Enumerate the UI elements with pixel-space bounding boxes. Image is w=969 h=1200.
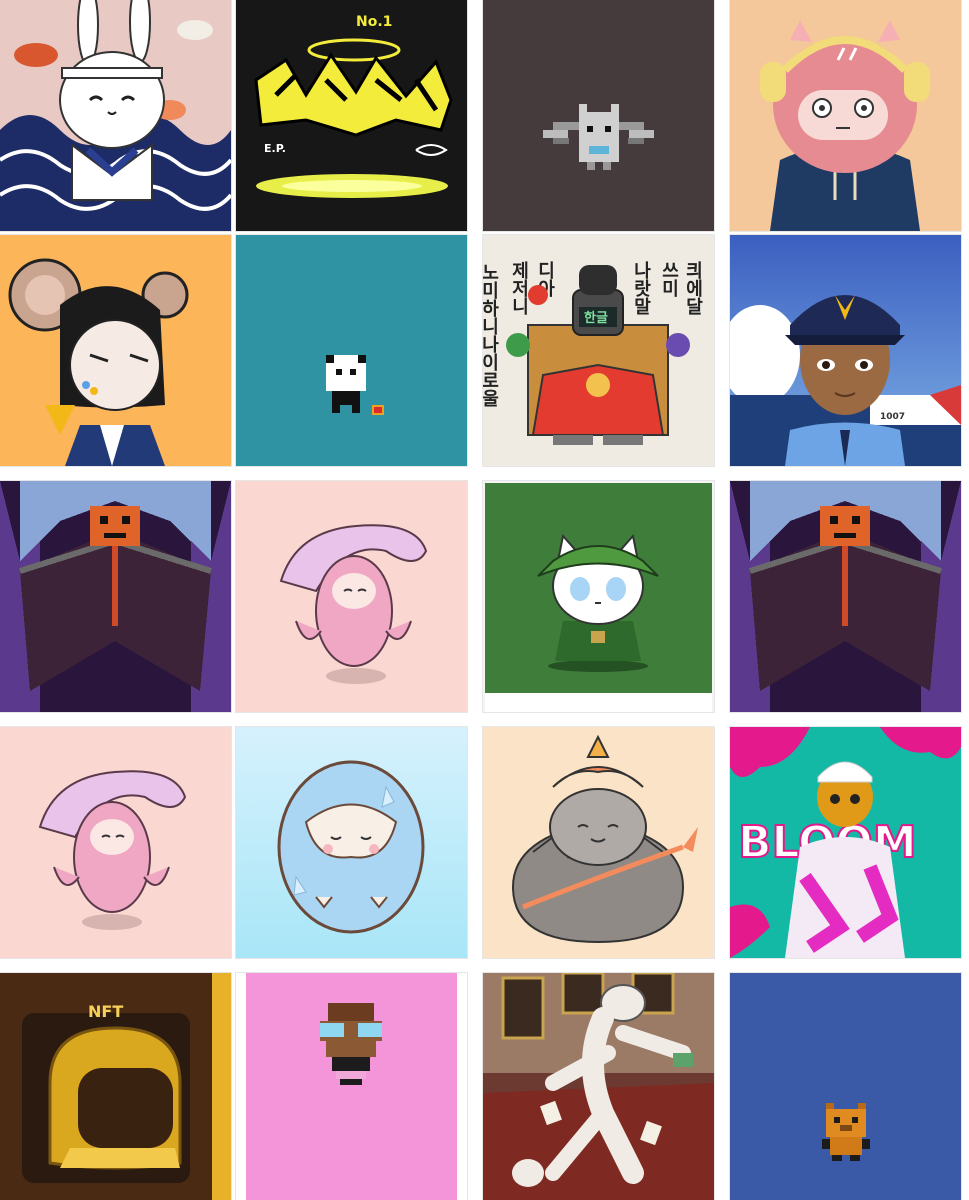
tile-bloom-hoodie[interactable]: BLOOM	[730, 727, 961, 958]
helmet-label-text: NFT	[88, 1002, 123, 1021]
king-badge-text: 한글	[584, 310, 608, 326]
tile-pink-headphone-creature[interactable]	[730, 0, 961, 231]
king-column-2: 제저니	[509, 261, 530, 316]
dancing-cat-image	[483, 973, 714, 1200]
graffiti-ep-text: E.P.	[264, 142, 286, 155]
ranger-cat-image	[483, 481, 714, 712]
tile-pink-axolotl-b[interactable]	[0, 727, 231, 958]
samurai-rabbit-image	[0, 0, 231, 231]
tile-dragon-egg[interactable]	[483, 727, 714, 958]
pixel-bear-image	[730, 973, 961, 1200]
king-column-4: 나랏말	[631, 261, 652, 315]
pixel-bat-image	[483, 0, 714, 231]
pink-axolotl-image	[0, 727, 231, 958]
tile-pixel-monkey[interactable]	[236, 973, 467, 1200]
tile-coast-guard-officer[interactable]: 1007	[730, 235, 961, 466]
ice-egg-image	[236, 727, 467, 958]
pink-axolotl-image	[236, 481, 467, 712]
pixel-panda-image	[236, 235, 467, 466]
pink-headphone-creature-image	[730, 0, 961, 231]
tile-pink-axolotl-a[interactable]	[236, 481, 467, 712]
ship-number-text: 1007	[880, 412, 905, 422]
nft-gallery-grid: No.1 E.P. 노미하니나이로울 제저니 디아 나랏말 쓰미 킈에달 한글 …	[0, 0, 969, 1200]
tile-pixel-bat[interactable]	[483, 0, 714, 231]
graffiti-album-image: No.1 E.P.	[236, 0, 467, 231]
coast-guard-officer-image: 1007	[730, 235, 961, 466]
pumpkin-reaper-image	[0, 481, 231, 712]
tile-pumpkin-reaper-b[interactable]	[730, 481, 961, 712]
tile-pumpkin-reaper-a[interactable]	[0, 481, 231, 712]
tile-pixel-bear[interactable]	[730, 973, 961, 1200]
tile-graffiti-album[interactable]: No.1 E.P.	[236, 0, 467, 231]
tile-gold-helmet[interactable]: NFT	[0, 973, 231, 1200]
pumpkin-reaper-image	[730, 481, 961, 712]
dragon-egg-image	[483, 727, 714, 958]
tile-ranger-cat[interactable]	[483, 481, 714, 712]
king-column-1: 노미하니나이로울	[483, 263, 500, 407]
gold-helmet-image: NFT	[0, 973, 231, 1200]
tile-rat-girl[interactable]	[0, 235, 231, 466]
hangul-king-image: 노미하니나이로울 제저니 디아 나랏말 쓰미 킈에달 한글	[483, 235, 714, 466]
graffiti-no1-text: No.1	[356, 14, 392, 30]
tile-hangul-king[interactable]: 노미하니나이로울 제저니 디아 나랏말 쓰미 킈에달 한글	[483, 235, 714, 466]
tile-dancing-cat[interactable]	[483, 973, 714, 1200]
tile-samurai-rabbit[interactable]	[0, 0, 231, 231]
tile-ice-egg[interactable]	[236, 727, 467, 958]
tile-pixel-panda[interactable]	[236, 235, 467, 466]
king-column-6: 킈에달	[683, 261, 704, 315]
bloom-hoodie-image: BLOOM	[730, 727, 961, 958]
rat-girl-image	[0, 235, 231, 466]
pixel-monkey-image	[236, 973, 467, 1200]
king-column-5: 쓰미	[659, 261, 680, 298]
